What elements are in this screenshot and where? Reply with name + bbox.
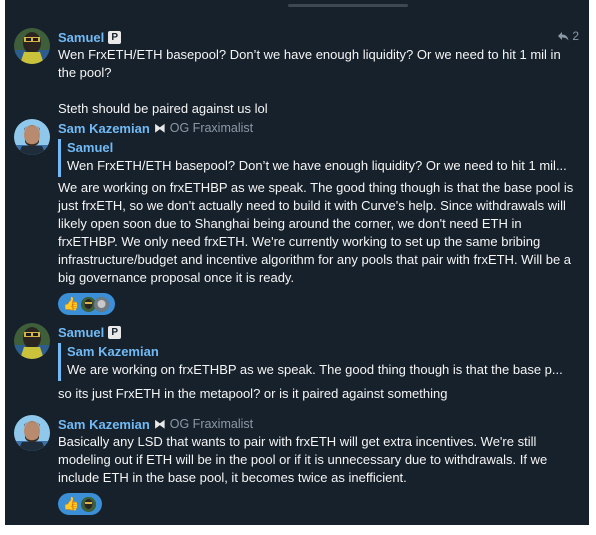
author-name[interactable]: Sam Kazemian	[58, 417, 150, 432]
quote-text: Wen FrxETH/ETH basepool? Don’t we have e…	[67, 158, 567, 173]
message-text: Basically any LSD that wants to pair wit…	[58, 434, 551, 485]
reply-count[interactable]: 2	[557, 29, 579, 43]
avatar[interactable]	[14, 415, 50, 451]
quote-author: Samuel	[67, 140, 114, 155]
reply-quote[interactable]: Sam Kazemian We are working on frxETHBP …	[58, 343, 581, 381]
reactor-avatar	[94, 296, 110, 312]
author-badge: ⧓	[153, 121, 166, 135]
thumbs-up-icon: 👍	[63, 296, 80, 311]
avatar[interactable]	[14, 119, 50, 155]
author-badge: ⧓	[153, 417, 166, 431]
message-text: so its just FrxETH in the metapool? or i…	[58, 386, 448, 401]
author-name[interactable]: Samuel	[58, 30, 104, 45]
author-name[interactable]: Sam Kazemian	[58, 121, 150, 136]
reply-quote[interactable]: Samuel Wen FrxETH/ETH basepool? Don’t we…	[58, 139, 581, 177]
author-badge: P	[108, 30, 122, 44]
author-title: OG Fraximalist	[169, 121, 254, 135]
author-badge: P	[108, 325, 122, 339]
thumbs-up-icon: 👍	[63, 496, 80, 511]
author-name[interactable]: Samuel	[58, 325, 104, 340]
reaction-bar[interactable]: 👍	[58, 493, 103, 515]
reactor-avatar	[81, 496, 97, 512]
author-title: OG Fraximalist	[169, 417, 254, 431]
quote-author: Sam Kazemian	[67, 344, 159, 359]
message-text: Wen FrxETH/ETH basepool? Don’t we have e…	[58, 47, 561, 116]
reaction-bar[interactable]: 👍	[58, 293, 116, 315]
chat-panel: Samuel P 2 Wen FrxETH/ETH basepool? Don’…	[5, 0, 589, 525]
quote-text: We are working on frxETHBP as we speak. …	[67, 362, 563, 377]
avatar[interactable]	[14, 323, 50, 359]
avatar[interactable]	[14, 28, 50, 64]
reply-arrow-icon	[558, 32, 569, 41]
message-text: We are working on frxETHBP as we speak. …	[58, 180, 577, 285]
reply-count-value: 2	[572, 29, 579, 43]
scroll-edge	[5, 0, 589, 8]
